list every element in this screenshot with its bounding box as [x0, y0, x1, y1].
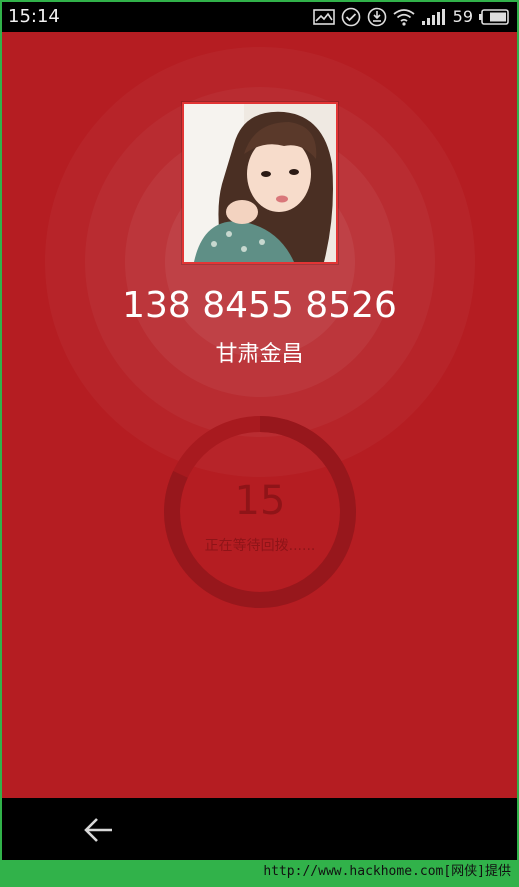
- contact-avatar: [182, 102, 338, 264]
- waiting-status-text: 正在等待回拨......: [204, 538, 316, 554]
- screenshot-frame: 15:14 59 138 8455 8526 甘肃金昌 15 正在等待回拨...…: [0, 0, 519, 887]
- back-arrow-icon: [84, 818, 112, 842]
- battery-icon: [479, 9, 509, 25]
- back-button[interactable]: [76, 810, 120, 850]
- watermark-text: http://www.hackhome.com[网侠]提供: [263, 864, 511, 879]
- check-circle-icon: [341, 7, 361, 27]
- status-icons: 59: [312, 6, 509, 28]
- sync-icon: [367, 7, 387, 27]
- image-icon: [312, 8, 335, 26]
- status-bar: 15:14 59: [2, 2, 517, 32]
- navigation-bar: [2, 798, 517, 860]
- caller-location: 甘肃金昌: [215, 342, 304, 367]
- wifi-icon: [393, 8, 415, 26]
- phone-number: 138 8455 8526: [122, 285, 397, 326]
- battery-percent: 59: [452, 7, 473, 26]
- callback-waiting-panel: 138 8455 8526 甘肃金昌 15 正在等待回拨......: [2, 32, 517, 798]
- status-time: 15:14: [8, 6, 60, 27]
- phone-screen: 15:14 59 138 8455 8526 甘肃金昌 15 正在等待回拨...…: [2, 2, 517, 860]
- countdown-number: 15: [234, 478, 286, 524]
- signal-icon: [421, 8, 447, 26]
